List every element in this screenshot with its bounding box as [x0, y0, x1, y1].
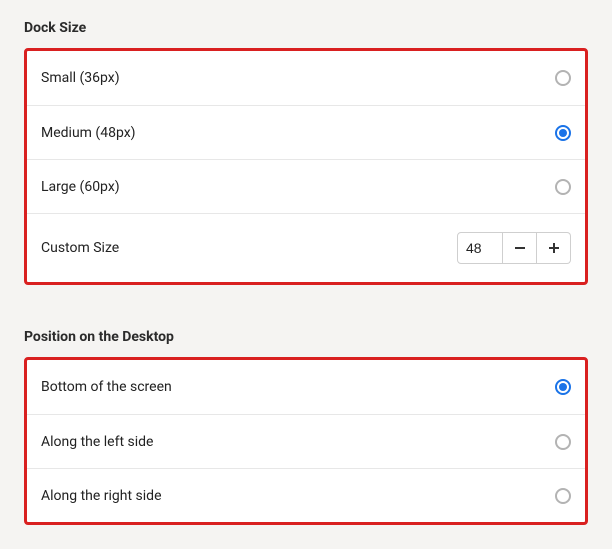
- custom-size-stepper: [457, 232, 571, 264]
- position-option-label: Along the left side: [41, 434, 153, 450]
- dock-size-option-small[interactable]: Small (36px): [27, 51, 585, 105]
- dock-size-panel: Small (36px) Medium (48px) Large (60px) …: [24, 48, 588, 285]
- dock-size-custom-label: Custom Size: [41, 240, 119, 256]
- dock-size-title: Dock Size: [24, 0, 588, 48]
- stepper-increment-button[interactable]: [537, 232, 571, 264]
- radio-icon: [555, 379, 571, 395]
- dock-size-option-medium[interactable]: Medium (48px): [27, 105, 585, 159]
- position-option-bottom[interactable]: Bottom of the screen: [27, 360, 585, 414]
- minus-icon: [514, 242, 526, 254]
- position-title: Position on the Desktop: [24, 309, 588, 357]
- stepper-decrement-button[interactable]: [503, 232, 537, 264]
- plus-icon: [548, 242, 560, 254]
- position-panel: Bottom of the screen Along the left side…: [24, 357, 588, 525]
- radio-icon: [555, 70, 571, 86]
- radio-icon: [555, 179, 571, 195]
- radio-icon: [555, 434, 571, 450]
- dock-size-custom-row: Custom Size: [27, 213, 585, 282]
- position-option-left[interactable]: Along the left side: [27, 414, 585, 468]
- dock-size-option-large[interactable]: Large (60px): [27, 159, 585, 213]
- dock-size-option-label: Medium (48px): [41, 125, 136, 141]
- custom-size-input[interactable]: [457, 232, 503, 264]
- position-option-right[interactable]: Along the right side: [27, 468, 585, 522]
- position-option-label: Bottom of the screen: [41, 379, 172, 395]
- dock-size-option-label: Small (36px): [41, 70, 120, 86]
- radio-icon: [555, 488, 571, 504]
- dock-size-option-label: Large (60px): [41, 179, 120, 195]
- position-option-label: Along the right side: [41, 488, 162, 504]
- radio-icon: [555, 125, 571, 141]
